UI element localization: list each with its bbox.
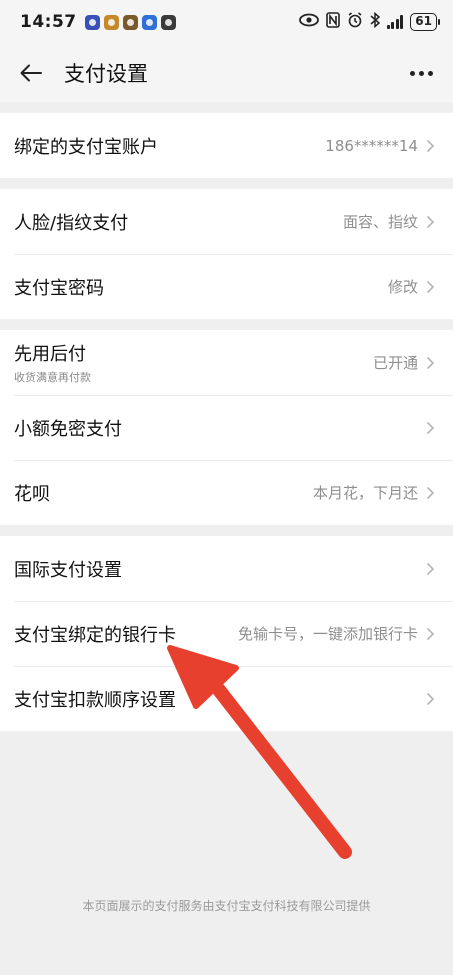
row-value: 本月花，下月还 [312,484,418,502]
footer-note: 本页面展示的支付服务由支付宝支付科技有限公司提供 [82,899,371,913]
eye-icon [298,13,319,31]
status-bar: 14:57 61 [0,0,453,44]
row-small-password-free[interactable]: 小额免密支付 [0,395,453,460]
page-title: 支付设置 [64,62,148,86]
nfc-icon [325,12,340,32]
row-face-fingerprint-pay[interactable]: 人脸/指纹支付 面容、指纹 [0,189,453,254]
system-indicators: 61 [298,11,440,32]
alarm-icon [347,12,363,32]
row-label: 支付宝绑定的银行卡 [14,624,176,646]
row-label: 小额免密支付 [14,418,122,440]
chevron-right-icon [426,486,435,500]
app-notification-icon [103,14,119,30]
row-value: 186******14 [325,136,418,155]
app-notification-icon [122,14,138,30]
chevron-right-icon [426,562,435,576]
app-notification-icon [84,14,100,30]
chevron-right-icon [426,280,435,294]
row-value: 面容、指纹 [342,213,418,231]
back-arrow-icon[interactable] [18,60,44,86]
payment-methods-group: 先用后付 收货满意再付款 已开通 小额免密支付 花呗 本月花，下月还 [0,330,453,525]
chevron-right-icon [426,139,435,153]
row-text: 先用后付 收货满意再付款 [14,340,91,385]
row-pay-later[interactable]: 先用后付 收货满意再付款 已开通 [0,330,453,395]
status-time: 14:57 [20,12,77,32]
bank-settings-group: 国际支付设置 支付宝绑定的银行卡 免输卡号，一键添加银行卡 支付宝扣款顺序设置 [0,536,453,731]
app-notification-icon [141,14,157,30]
more-options-icon[interactable] [408,65,435,82]
chevron-right-icon [426,421,435,435]
row-value: 免输卡号，一键添加银行卡 [237,625,418,643]
row-international-pay[interactable]: 国际支付设置 [0,536,453,601]
chevron-right-icon [426,692,435,706]
row-label: 支付宝扣款顺序设置 [14,689,176,711]
row-label: 花呗 [14,483,50,505]
row-huabei[interactable]: 花呗 本月花，下月还 [0,460,453,525]
row-label: 国际支付设置 [14,559,122,581]
row-value: 修改 [387,278,418,296]
row-label: 人脸/指纹支付 [14,212,129,234]
row-value: 已开通 [372,354,418,372]
row-label: 绑定的支付宝账户 [14,136,158,158]
nav-bar: 支付设置 [0,44,453,102]
row-deduction-order[interactable]: 支付宝扣款顺序设置 [0,666,453,731]
bluetooth-icon [370,11,380,32]
row-label: 先用后付 [14,344,86,365]
battery-indicator: 61 [410,13,440,31]
account-group: 绑定的支付宝账户 186******14 [0,113,453,178]
row-alipay-password[interactable]: 支付宝密码 修改 [0,254,453,319]
app-notification-icon [160,14,176,30]
chevron-right-icon [426,627,435,641]
notification-icons [84,14,176,30]
signal-icon [386,15,404,29]
chevron-right-icon [426,356,435,370]
chevron-right-icon [426,215,435,229]
row-bound-bank-cards[interactable]: 支付宝绑定的银行卡 免输卡号，一键添加银行卡 [0,601,453,666]
row-label: 支付宝密码 [14,277,104,299]
row-subtitle: 收货满意再付款 [14,371,91,384]
security-group: 人脸/指纹支付 面容、指纹 支付宝密码 修改 [0,189,453,319]
row-bound-alipay-account[interactable]: 绑定的支付宝账户 186******14 [0,113,453,178]
